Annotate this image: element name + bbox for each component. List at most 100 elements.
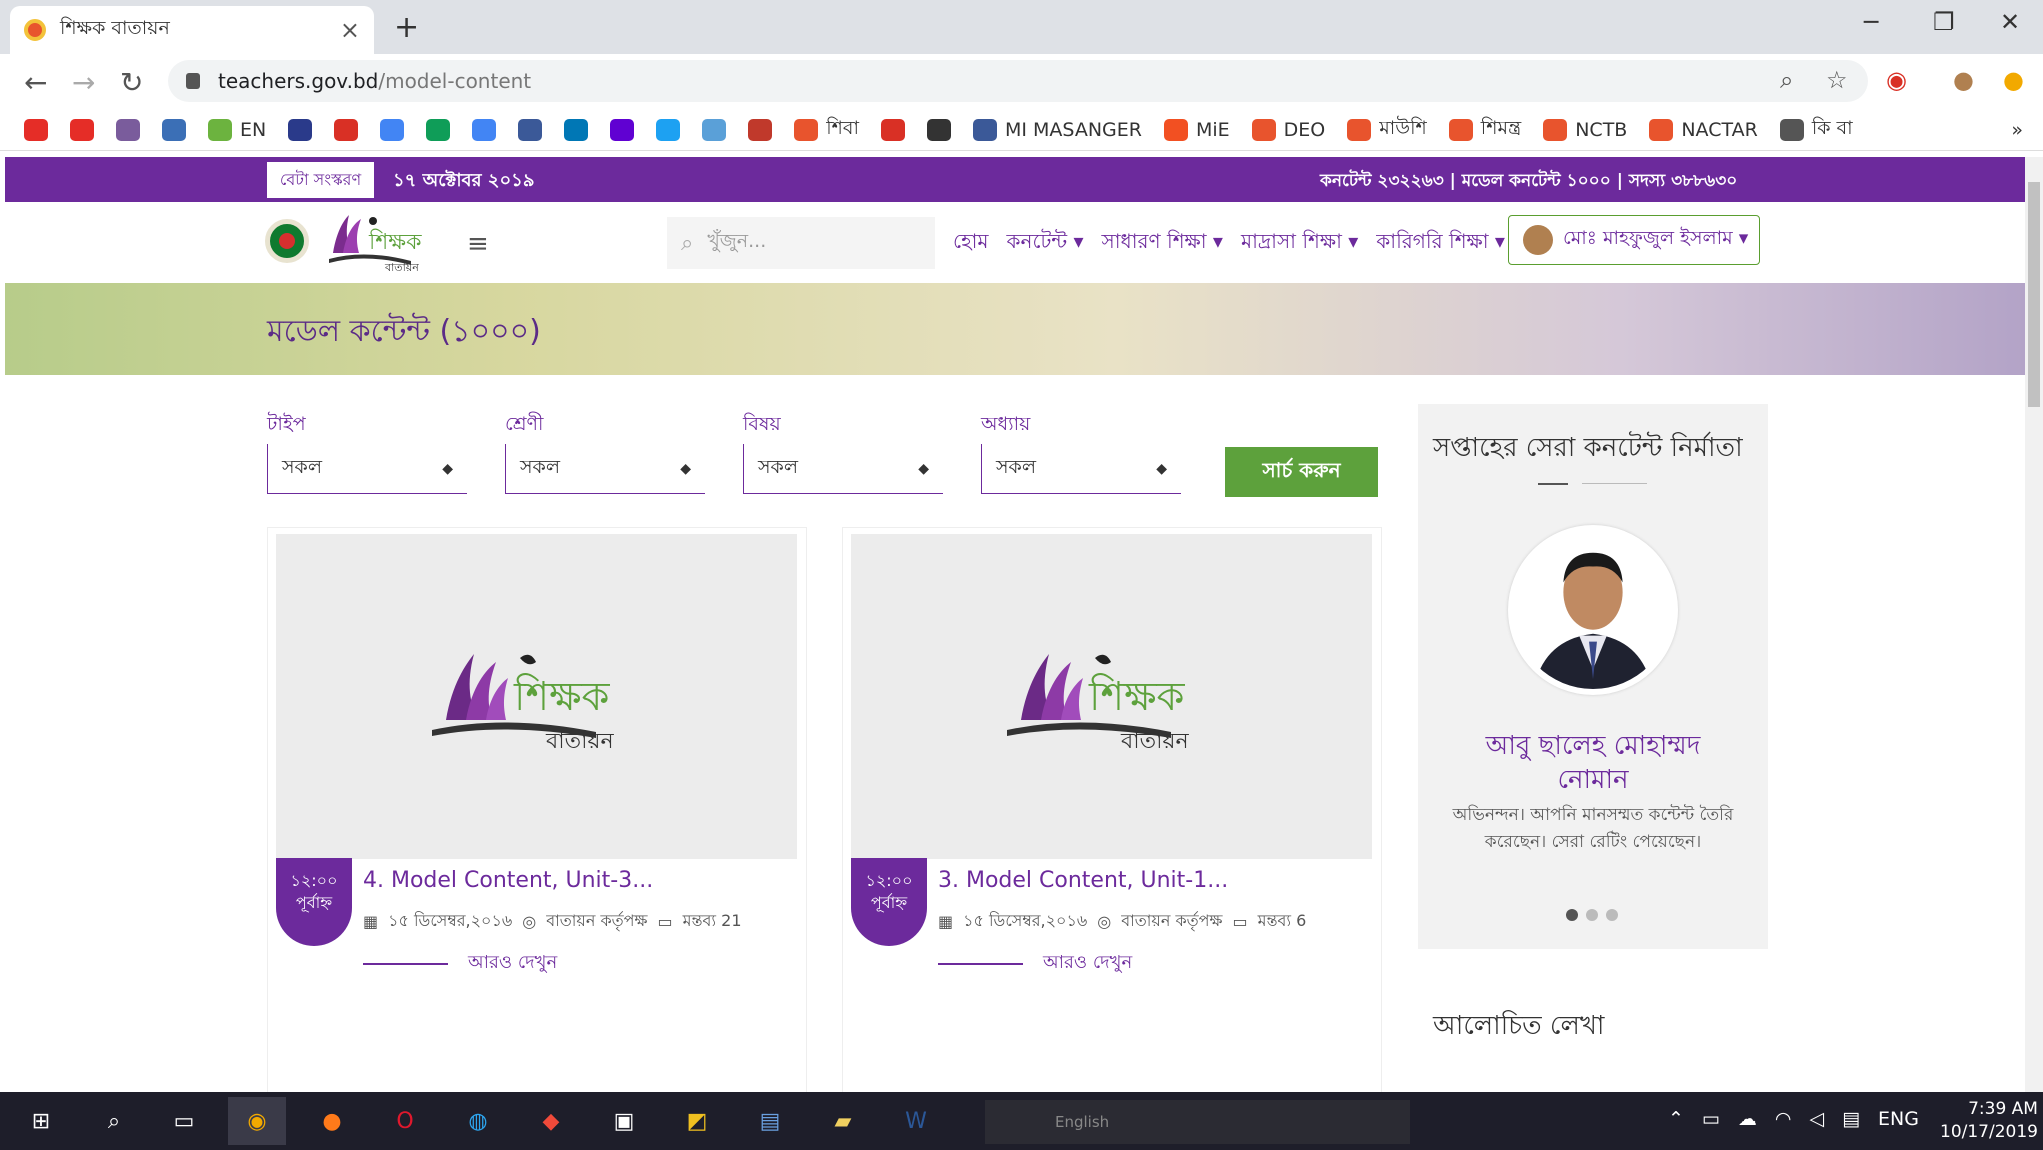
bookmark-item[interactable] [472, 118, 497, 141]
folder-icon[interactable]: ▰ [814, 1097, 872, 1145]
address-bar[interactable]: teachers.gov.bd/model-content [168, 60, 1868, 102]
facebook-icon [972, 118, 997, 141]
bookmark-item[interactable] [926, 118, 951, 141]
bookmark-item[interactable] [70, 118, 94, 141]
restore-button[interactable]: ❐ [1933, 8, 1955, 36]
close-tab-button[interactable]: × [340, 16, 360, 44]
bookmark-item[interactable]: মাউশি [1347, 114, 1427, 146]
cloud-icon[interactable]: ☁ [1738, 1108, 1757, 1130]
filter-select-class[interactable]: সকল ◆ [505, 444, 705, 494]
star-icon[interactable]: ☆ [1826, 66, 1848, 94]
filter-select-type[interactable]: সকল ◆ [267, 444, 467, 494]
profile-icon[interactable]: ● [1953, 66, 1974, 94]
card-thumbnail[interactable]: শিক্ষক বাতায়ন [276, 534, 797, 859]
forward-icon[interactable]: → [72, 66, 95, 99]
bookmark-item[interactable]: শিমন্ত্র [1448, 114, 1521, 146]
user-icon: ◎ [1097, 912, 1112, 931]
bookmark-item[interactable]: শিবা [794, 114, 859, 146]
bookmark-label: কি বা [1811, 116, 1853, 139]
card-author[interactable]: বাতায়ন কর্তৃপক্ষ [1121, 908, 1222, 935]
card-title[interactable]: 3. Model Content, Unit-1... [938, 868, 1228, 893]
menu-item-technical-education[interactable]: কারিগরি শিক্ষা ▾ [1376, 227, 1505, 260]
browser-tab[interactable]: শিক্ষক বাতায়ন × [10, 6, 374, 54]
carousel-dot[interactable] [1566, 909, 1578, 921]
bookmark-item[interactable] [426, 118, 451, 141]
zoom-icon[interactable]: ⌕ [1780, 66, 1793, 94]
chevron-up-icon[interactable]: ⌃ [1668, 1108, 1684, 1130]
bookmark-item[interactable] [334, 118, 359, 141]
anydesk-icon[interactable]: ◆ [522, 1097, 580, 1145]
app-icon[interactable]: ◍ [449, 1097, 507, 1145]
user-menu-button[interactable]: মোঃ মাহফুজুল ইসলাম ▾ [1508, 215, 1760, 265]
government-emblem-icon[interactable] [265, 219, 309, 263]
search-icon[interactable]: ⌕ [85, 1097, 143, 1145]
bookmark-item[interactable]: MI MASANGER [972, 118, 1142, 141]
app-icon[interactable]: ▤ [741, 1097, 799, 1145]
bookmark-item[interactable] [702, 118, 727, 141]
card-author[interactable]: বাতায়ন কর্তৃপক্ষ [546, 908, 647, 935]
minimize-button[interactable]: ─ [1864, 8, 1878, 36]
card-title[interactable]: 4. Model Content, Unit-3... [363, 868, 653, 893]
system-clock[interactable]: 7:39 AM 10/17/2019 [1940, 1098, 2038, 1144]
bookmark-item[interactable] [380, 118, 405, 141]
creator-name[interactable]: আবু ছালেহ মোহাম্মদ নোমান [1428, 729, 1758, 797]
bookmark-item[interactable]: কি বা [1779, 114, 1853, 146]
reload-icon[interactable]: ↻ [120, 66, 143, 99]
scrollbar-thumb[interactable] [2028, 182, 2040, 407]
bookmark-item[interactable] [116, 118, 140, 141]
site-logo[interactable]: শিক্ষক বাতায়ন [325, 209, 440, 275]
url-domain: teachers.gov.bd [218, 69, 379, 93]
app-icon[interactable]: ◩ [668, 1097, 726, 1145]
menu-item-madrasa-education[interactable]: মাদ্রাসা শিক্ষা ▾ [1241, 227, 1358, 260]
wifi-icon[interactable]: ◠ [1775, 1108, 1792, 1130]
read-more-link[interactable]: আরও দেখুন [938, 948, 1132, 979]
filter-select-subject[interactable]: সকল ◆ [743, 444, 943, 494]
more-bookmarks-button[interactable]: » [2011, 119, 2023, 141]
task-view-icon[interactable]: ▭ [155, 1097, 213, 1145]
store-icon[interactable]: ▣ [595, 1097, 653, 1145]
battery-icon[interactable]: ▭ [1702, 1108, 1720, 1130]
read-more-link[interactable]: আরও দেখুন [363, 948, 557, 979]
bookmark-item[interactable]: EN [208, 118, 266, 141]
volume-icon[interactable]: ◁ [1809, 1108, 1824, 1130]
chrome-icon[interactable]: ◉ [228, 1097, 286, 1145]
bookmark-item[interactable]: DEO [1251, 118, 1326, 141]
bookmark-item[interactable] [610, 118, 635, 141]
bookmark-item[interactable]: NCTB [1543, 118, 1627, 141]
bookmark-item[interactable]: NACTAR [1649, 118, 1758, 141]
tray-language[interactable]: ENG [1878, 1108, 1919, 1130]
notification-icon[interactable]: ▤ [1842, 1108, 1860, 1130]
bookmark-item[interactable] [24, 118, 48, 141]
bookmark-item[interactable]: MiE [1163, 118, 1230, 141]
firefox-icon[interactable]: ● [303, 1097, 361, 1145]
hamburger-menu-icon[interactable]: ≡ [467, 229, 489, 259]
word-icon[interactable]: W [887, 1097, 945, 1145]
bookmark-item[interactable] [564, 118, 589, 141]
filter-select-chapter[interactable]: সকল ◆ [981, 444, 1181, 494]
bookmark-item[interactable] [748, 118, 773, 141]
menu-item-general-education[interactable]: সাধারণ শিক্ষা ▾ [1102, 227, 1223, 260]
creator-avatar[interactable] [1508, 525, 1678, 695]
search-button[interactable]: সার্চ করুন [1225, 447, 1378, 497]
bookmark-item[interactable] [880, 118, 905, 141]
windows-start-icon[interactable]: ⊞ [12, 1097, 70, 1145]
card-thumbnail[interactable]: শিক্ষক বাতায়ন [851, 534, 1372, 859]
site-search[interactable]: ⌕ খুঁজুন... [667, 217, 935, 269]
bookmark-item[interactable] [656, 118, 681, 141]
extension-icon[interactable]: ◉ [1886, 66, 1907, 94]
opera-icon[interactable]: O [376, 1097, 434, 1145]
carousel-dot[interactable] [1606, 909, 1618, 921]
menu-item-content[interactable]: কনটেন্ট ▾ [1007, 227, 1084, 260]
bookmark-label: DEO [1283, 118, 1326, 141]
bookmark-item[interactable] [288, 118, 313, 141]
menu-item-home[interactable]: হোম [953, 227, 989, 260]
update-icon[interactable]: ● [2003, 66, 2024, 94]
language-bar[interactable]: English [985, 1100, 1410, 1144]
bookmark-item[interactable] [518, 118, 543, 141]
carousel-dot[interactable] [1586, 909, 1598, 921]
back-icon[interactable]: ← [24, 66, 47, 99]
close-window-button[interactable]: ✕ [2000, 8, 2020, 36]
new-tab-button[interactable]: + [394, 10, 419, 45]
bookmark-item[interactable] [162, 118, 186, 141]
bookmark-label: NACTAR [1681, 118, 1758, 141]
